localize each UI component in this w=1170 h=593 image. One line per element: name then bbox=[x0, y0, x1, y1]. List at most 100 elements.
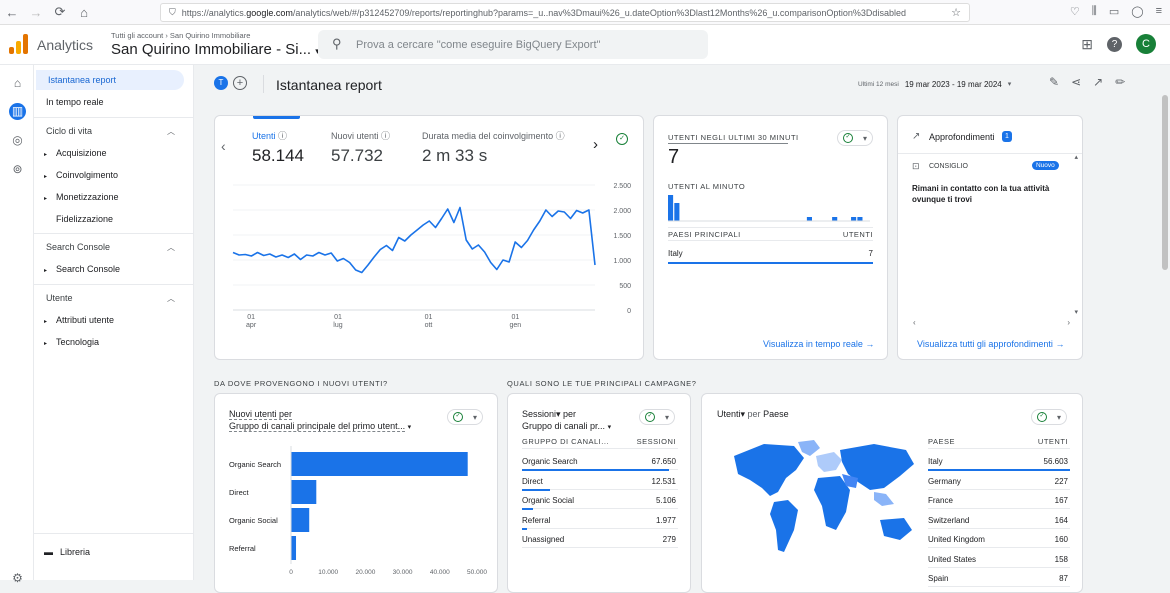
reader-icon[interactable]: ▭ bbox=[1109, 5, 1119, 18]
table-row-value: 67.650 bbox=[651, 457, 676, 466]
chevron-up-icon[interactable]: ︿ bbox=[167, 126, 175, 137]
explore-icon[interactable]: ◎ bbox=[9, 132, 26, 149]
chevron-left-icon[interactable]: ‹ bbox=[221, 138, 226, 154]
sidebar-item-search-console[interactable]: ▸ Search Console bbox=[44, 264, 120, 274]
bookmark-star-icon[interactable]: ☆ bbox=[951, 6, 961, 19]
scroll-down-icon[interactable]: ▾ bbox=[1074, 308, 1078, 316]
edit-icon[interactable]: ✏ bbox=[1115, 75, 1125, 89]
reports-icon[interactable]: ▥ bbox=[9, 103, 26, 120]
card-check-dropdown[interactable]: ✓ ▾ bbox=[1031, 409, 1067, 425]
dimension-selector[interactable]: Gruppo di canali principale del primo ut… bbox=[229, 421, 411, 432]
advertising-icon[interactable]: ⊚ bbox=[9, 161, 26, 178]
channel-bar-chart: Organic Search Direct Organic Social Referr… bbox=[229, 446, 487, 576]
col-header-channel: GRUPPO DI CANALI... bbox=[522, 437, 610, 446]
card-title[interactable]: Utenti▾ per Paese bbox=[717, 409, 789, 420]
sidebar-section-search-console[interactable]: Search Console bbox=[46, 242, 110, 252]
check-icon: ✓ bbox=[452, 412, 463, 422]
north-america bbox=[734, 444, 804, 496]
menu-icon[interactable]: ≡ bbox=[1156, 5, 1162, 18]
search-input[interactable]: ⚲ Prova a cercare "come eseguire BigQuer… bbox=[318, 30, 708, 59]
account-breadcrumb[interactable]: Tutti gli account › San Quirino Immobili… bbox=[111, 31, 250, 40]
sidebar-item-engagement[interactable]: ▸ Coinvolgimento bbox=[44, 170, 118, 180]
add-comparison-button[interactable]: + bbox=[233, 76, 247, 90]
reload-icon[interactable]: ⟳ bbox=[48, 4, 72, 20]
scrollbar-thumb[interactable] bbox=[1162, 95, 1168, 270]
sidebar-item-technology[interactable]: ▸ Tecnologia bbox=[44, 337, 99, 347]
comparison-badge[interactable]: T bbox=[214, 76, 228, 90]
southeast-asia bbox=[874, 492, 894, 506]
insights-title: Approfondimenti bbox=[929, 132, 995, 142]
scroll-up-icon[interactable]: ▴ bbox=[1074, 153, 1078, 161]
home-icon[interactable]: ⌂ bbox=[9, 75, 26, 92]
forward-icon[interactable]: → bbox=[24, 5, 48, 20]
card-check-dropdown[interactable]: ✓ ▾ bbox=[639, 409, 675, 425]
home-icon[interactable]: ⌂ bbox=[72, 5, 96, 20]
library-icon[interactable]: ⫼ bbox=[1092, 5, 1097, 18]
chevron-up-icon[interactable]: ︿ bbox=[167, 293, 175, 304]
avatar[interactable]: C bbox=[1136, 34, 1156, 54]
sidebar-item-acquisition[interactable]: ▸ Acquisizione bbox=[44, 148, 107, 158]
realtime-link[interactable]: Visualizza in tempo reale → bbox=[763, 339, 874, 349]
settings-icon[interactable]: ⚙ bbox=[9, 570, 26, 587]
customize-report-icon[interactable]: ✎ bbox=[1049, 75, 1059, 89]
table-row-value: 279 bbox=[662, 535, 676, 544]
account-icon[interactable]: ◯ bbox=[1131, 5, 1143, 18]
dimension-selector[interactable]: Gruppo di canali pr... ▾ bbox=[522, 421, 611, 431]
scroll-right-icon[interactable]: › bbox=[1067, 318, 1070, 327]
row-divider bbox=[928, 547, 1070, 548]
divider bbox=[34, 117, 194, 118]
table-row-value: 164 bbox=[1054, 515, 1068, 525]
url-bar[interactable]: ⛉ https://analytics. google.com/analytics… bbox=[160, 3, 970, 22]
card-check-dropdown[interactable]: ✓ ▾ bbox=[447, 409, 483, 425]
table-row-channel: Direct bbox=[522, 476, 543, 486]
sidebar-item-label: Search Console bbox=[56, 264, 121, 274]
realtime-check-dropdown[interactable]: ✓ ▾ bbox=[837, 130, 873, 146]
check-icon[interactable]: ✓ bbox=[616, 133, 628, 145]
url-rest: /analytics/web/#/p312452709/reports/repo… bbox=[292, 7, 906, 18]
share-bar bbox=[928, 469, 1070, 471]
insights-icon: ↗ bbox=[912, 131, 921, 142]
chevron-up-icon[interactable]: ︿ bbox=[167, 242, 175, 253]
back-icon[interactable]: ← bbox=[0, 5, 24, 20]
sidebar-item-user-attributes[interactable]: ▸ Attributi utente bbox=[44, 315, 114, 325]
metric-tab-new-users[interactable]: Nuovi utenti ⓘ 57.732 bbox=[331, 129, 390, 166]
sidebar-item-monetization[interactable]: ▸ Monetizzazione bbox=[44, 192, 119, 202]
expand-arrow-icon: ▸ bbox=[44, 174, 48, 180]
property-selector[interactable]: San Quirino Immobiliare - Si... ▾ bbox=[111, 41, 320, 58]
x-tick-label: lug bbox=[333, 322, 342, 329]
card-title-line1[interactable]: Sessioni▾ per bbox=[522, 409, 576, 420]
table-row-value: 1.977 bbox=[655, 515, 676, 525]
table-row-channel: Organic Social bbox=[522, 496, 575, 505]
section-heading-campaigns: QUALI SONO LE TUE PRINCIPALI CAMPAGNE? bbox=[507, 379, 697, 388]
metric-tab-engagement[interactable]: Durata media del coinvolgimento ⓘ 2 m 33 … bbox=[422, 129, 565, 166]
sidebar-section-user[interactable]: Utente bbox=[46, 293, 73, 303]
metric-tab-users[interactable]: Utenti ⓘ 58.144 bbox=[252, 129, 304, 166]
insight-text[interactable]: Rimani in contatto con la tua attività o… bbox=[912, 183, 1062, 205]
bar bbox=[291, 536, 297, 560]
table-row-country: Italy bbox=[928, 457, 943, 466]
chevron-right-icon[interactable]: › bbox=[593, 136, 598, 153]
table-row-channel: Referral bbox=[522, 515, 551, 525]
apps-grid-icon[interactable]: ⊞ bbox=[1081, 36, 1093, 53]
expand-arrow-icon: ▸ bbox=[44, 152, 48, 158]
sidebar-item-snapshot[interactable]: Istantanea report bbox=[36, 70, 184, 90]
share-icon[interactable]: ⋖ bbox=[1071, 75, 1081, 89]
scroll-left-icon[interactable]: ‹ bbox=[913, 318, 916, 327]
sidebar-section-lifecycle[interactable]: Ciclo di vita bbox=[46, 126, 92, 136]
pocket-icon[interactable]: ♡ bbox=[1070, 5, 1080, 18]
insights-icon[interactable]: ↗ bbox=[1093, 75, 1103, 89]
analytics-logo-icon[interactable] bbox=[9, 34, 29, 54]
sidebar-item-retention[interactable]: Fidelizzazione bbox=[44, 214, 113, 224]
sidebar-item-library[interactable]: ▬ Libreria bbox=[44, 547, 90, 557]
help-icon[interactable]: ? bbox=[1107, 36, 1122, 52]
insights-link[interactable]: Visualizza tutti gli approfondimenti → bbox=[917, 339, 1064, 349]
y-tick-label: 1.500 bbox=[613, 233, 631, 240]
date-range-picker[interactable]: Ultimi 12 mesi 19 mar 2023 - 19 mar 2024… bbox=[851, 76, 1040, 92]
table-row-value: 87 bbox=[1059, 574, 1068, 583]
page-scrollbar[interactable] bbox=[1160, 65, 1170, 580]
sidebar-item-realtime[interactable]: In tempo reale bbox=[34, 92, 104, 112]
users-line-chart: 2.5002.0001.5001.000500001apr01lug01ott0… bbox=[232, 183, 631, 329]
metric-value: 2 m 33 s bbox=[422, 146, 488, 165]
divider bbox=[668, 227, 873, 228]
new-badge: Nuovo bbox=[1032, 161, 1059, 170]
